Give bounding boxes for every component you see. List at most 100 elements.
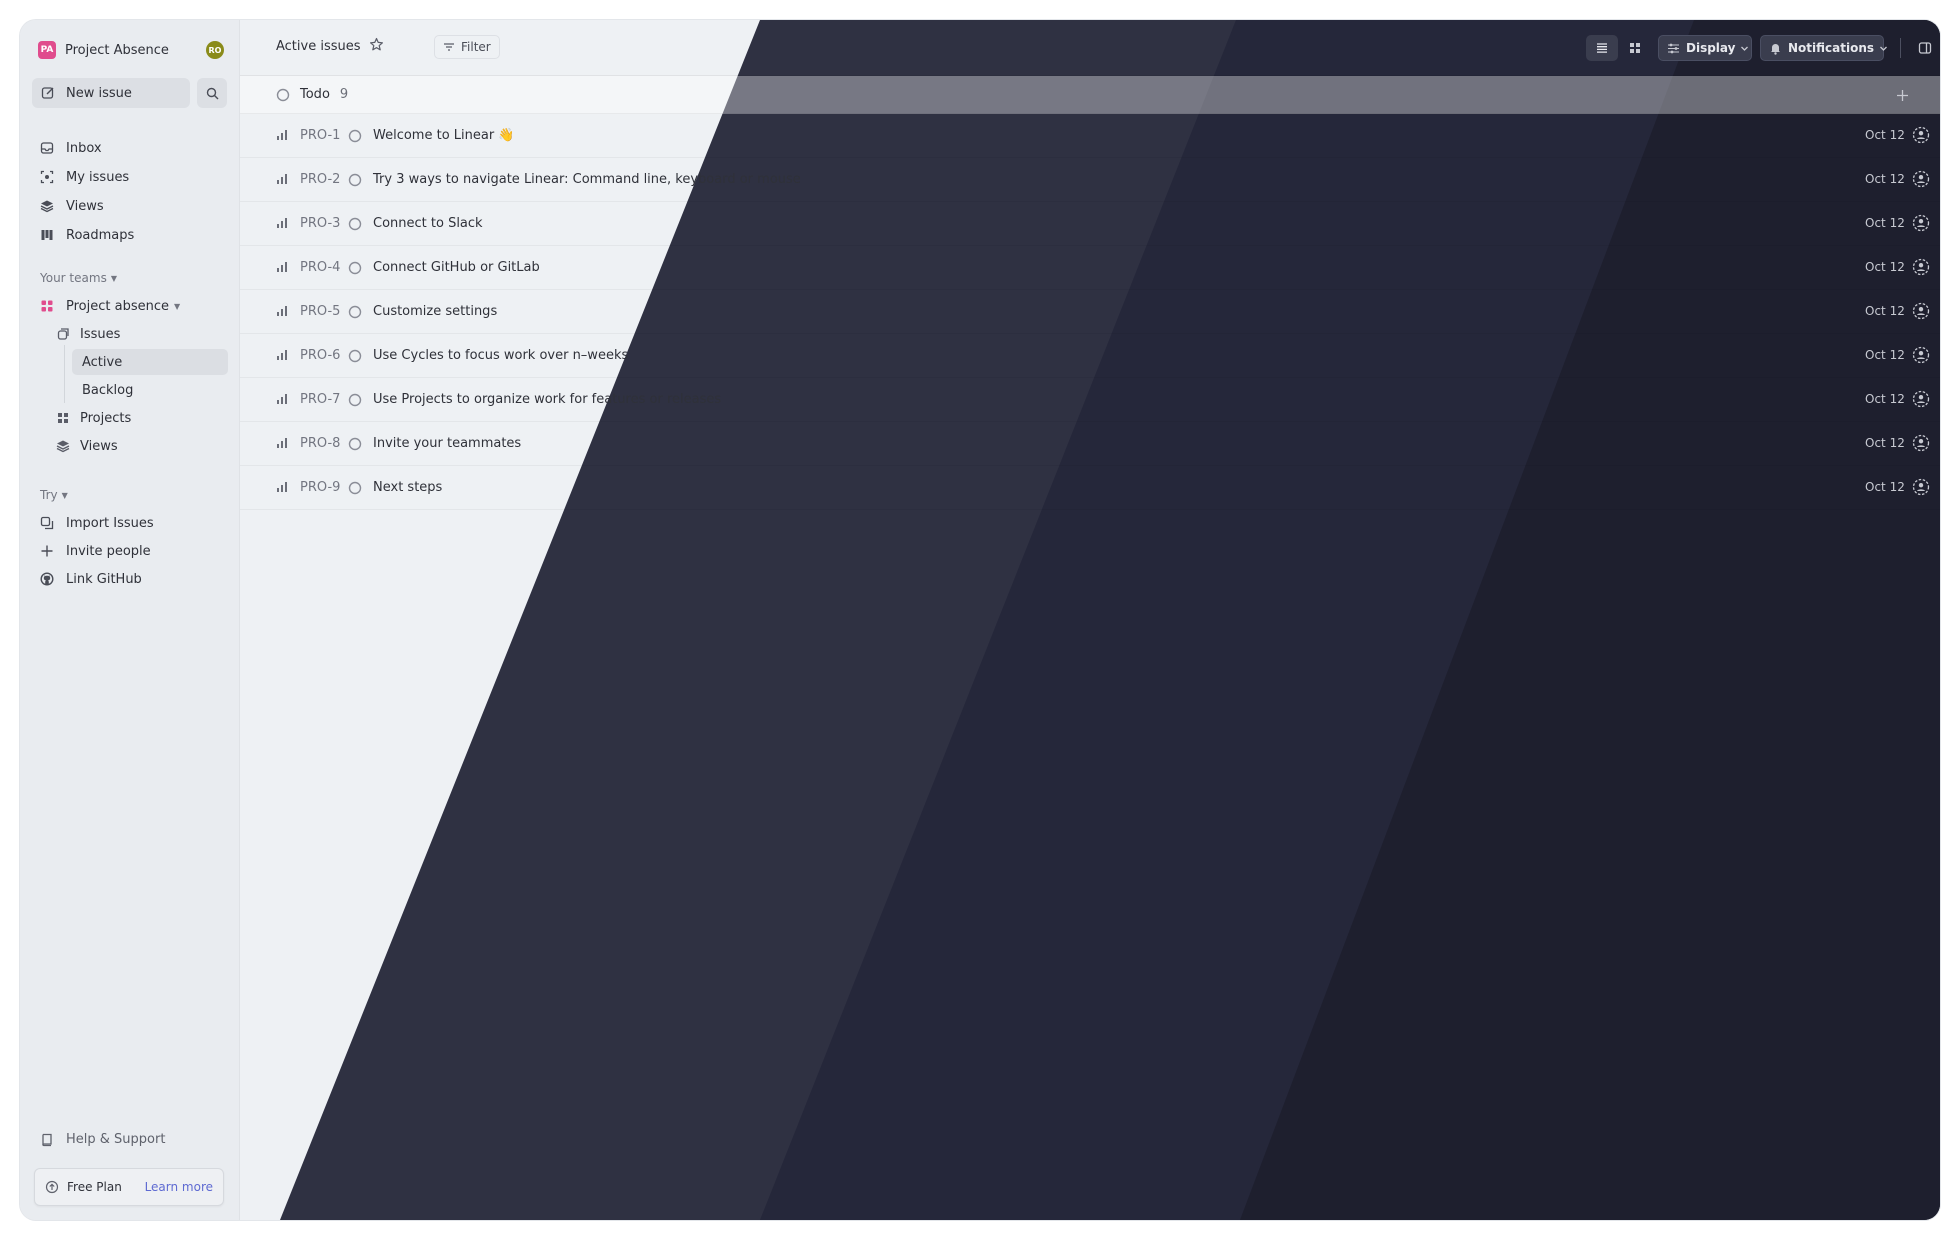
status-icon[interactable] (348, 481, 362, 495)
search-icon (206, 87, 219, 100)
issue-row[interactable]: PRO-6 Use Cycles to focus work over n–we… (240, 334, 1940, 378)
issue-id: PRO-6 (300, 348, 341, 363)
sidebar-item-roadmaps[interactable]: Roadmaps (32, 222, 228, 248)
sidebar-item-backlog[interactable]: Backlog (72, 377, 228, 403)
sidebar-item-my-issues[interactable]: My issues (32, 164, 228, 190)
list-icon (1595, 41, 1609, 55)
list-view-button[interactable] (1586, 35, 1618, 61)
unassigned-avatar-icon[interactable] (1912, 390, 1930, 408)
layers-icon (56, 439, 70, 453)
status-icon[interactable] (348, 305, 362, 319)
status-icon[interactable] (348, 393, 362, 407)
team-project-absence[interactable]: Project absence ▼ (32, 293, 228, 319)
priority-icon[interactable] (276, 437, 288, 449)
plan-card: Free Plan Learn more (34, 1168, 224, 1206)
priority-icon[interactable] (276, 129, 288, 141)
try-toggle[interactable]: Try ▼ (40, 488, 68, 502)
filter-button[interactable]: Filter (434, 35, 500, 59)
sidebar-item-label: Link GitHub (66, 571, 142, 587)
search-button[interactable] (197, 78, 227, 108)
help-support-link[interactable]: Help & Support (40, 1132, 165, 1147)
issue-row[interactable]: PRO-7 Use Projects to organize work for … (240, 378, 1940, 422)
issue-list: PRO-1 Welcome to Linear 👋 Oct 12 PRO-2 T… (240, 114, 1940, 510)
status-icon[interactable] (348, 261, 362, 275)
sidebar-item-invite-people[interactable]: Invite people (32, 538, 228, 564)
issue-row[interactable]: PRO-3 Connect to Slack Oct 12 (240, 202, 1940, 246)
priority-icon[interactable] (276, 349, 288, 361)
toggle-panel-button[interactable] (1912, 35, 1938, 61)
sidebar-item-views[interactable]: Views (32, 193, 228, 219)
issue-id: PRO-3 (300, 216, 341, 231)
priority-icon[interactable] (276, 261, 288, 273)
status-icon[interactable] (348, 349, 362, 363)
board-view-button[interactable] (1620, 35, 1650, 61)
issue-title: Use Cycles to focus work over n–weeks (373, 348, 629, 363)
sidebar-item-inbox[interactable]: Inbox (32, 135, 228, 161)
learn-more-link[interactable]: Learn more (145, 1180, 213, 1194)
notifications-button[interactable]: Notifications (1760, 35, 1887, 61)
issue-id: PRO-8 (300, 436, 341, 451)
new-issue-button[interactable]: New issue (32, 78, 190, 108)
sidebar-item-label: Inbox (66, 140, 102, 156)
sidebar-item-link-github[interactable]: Link GitHub (32, 566, 228, 592)
status-icon[interactable] (348, 129, 362, 143)
issue-row[interactable]: PRO-4 Connect GitHub or GitLab Oct 12 (240, 246, 1940, 290)
priority-icon[interactable] (276, 305, 288, 317)
issue-row[interactable]: PRO-5 Customize settings Oct 12 (240, 290, 1940, 334)
issue-id: PRO-2 (300, 172, 341, 187)
bell-icon (1769, 42, 1782, 55)
workspace-switcher[interactable]: PA Project Absence RO (38, 36, 224, 64)
status-icon[interactable] (348, 217, 362, 231)
add-issue-button[interactable] (1892, 85, 1912, 105)
notifications-label: Notifications (1788, 41, 1875, 55)
issue-row[interactable]: PRO-8 Invite your teammates Oct 12 (240, 422, 1940, 466)
unassigned-avatar-icon[interactable] (1912, 302, 1930, 320)
issue-id: PRO-9 (300, 480, 341, 495)
unassigned-avatar-icon[interactable] (1912, 126, 1930, 144)
sidebar-item-label: Invite people (66, 543, 151, 559)
unassigned-avatar-icon[interactable] (1912, 170, 1930, 188)
status-icon[interactable] (348, 437, 362, 451)
group-count: 9 (339, 87, 349, 102)
workspace-name: Project Absence (65, 42, 169, 58)
star-icon[interactable] (369, 37, 384, 52)
priority-icon[interactable] (276, 217, 288, 229)
page-title: Active issues (276, 39, 361, 54)
issue-row[interactable]: PRO-2 Try 3 ways to navigate Linear: Com… (240, 158, 1940, 202)
compose-icon (41, 86, 55, 100)
issue-id: PRO-7 (300, 392, 341, 407)
grid-icon (1628, 41, 1642, 55)
issue-row[interactable]: PRO-9 Next steps Oct 12 (240, 466, 1940, 510)
sidebar-item-label: Views (80, 438, 118, 454)
issue-title: Invite your teammates (373, 436, 522, 451)
priority-icon[interactable] (276, 481, 288, 493)
unassigned-avatar-icon[interactable] (1912, 346, 1930, 364)
unassigned-avatar-icon[interactable] (1912, 478, 1930, 496)
sidebar-item-import-issues[interactable]: Import Issues (32, 510, 228, 536)
display-label: Display (1686, 41, 1736, 55)
sidebar-item-issues[interactable]: Issues (56, 321, 228, 347)
sidebar-item-projects[interactable]: Projects (56, 405, 228, 431)
plus-icon (1896, 89, 1909, 102)
unassigned-avatar-icon[interactable] (1912, 434, 1930, 452)
issue-row[interactable]: PRO-1 Welcome to Linear 👋 Oct 12 (240, 114, 1940, 158)
status-icon[interactable] (348, 173, 362, 187)
unassigned-avatar-icon[interactable] (1912, 258, 1930, 276)
display-button[interactable]: Display (1658, 35, 1752, 61)
avatar[interactable]: RO (206, 41, 224, 59)
sidebar-item-team-views[interactable]: Views (56, 433, 228, 459)
unassigned-avatar-icon[interactable] (1912, 214, 1930, 232)
issue-id: PRO-4 (300, 260, 341, 275)
group-header-todo[interactable]: Todo 9 (240, 76, 1940, 114)
sidebar-panel-icon (1918, 41, 1932, 55)
priority-icon[interactable] (276, 173, 288, 185)
chevron-down-icon (1740, 44, 1749, 53)
issue-title: Connect GitHub or GitLab (373, 260, 540, 275)
sidebar-item-active[interactable]: Active (72, 349, 228, 375)
issue-id: PRO-1 (300, 128, 341, 143)
sliders-icon (1667, 42, 1680, 55)
your-teams-toggle[interactable]: Your teams ▼ (40, 271, 117, 285)
issue-title: Welcome to Linear 👋 (373, 128, 515, 143)
priority-icon[interactable] (276, 393, 288, 405)
inbox-icon (40, 141, 54, 155)
